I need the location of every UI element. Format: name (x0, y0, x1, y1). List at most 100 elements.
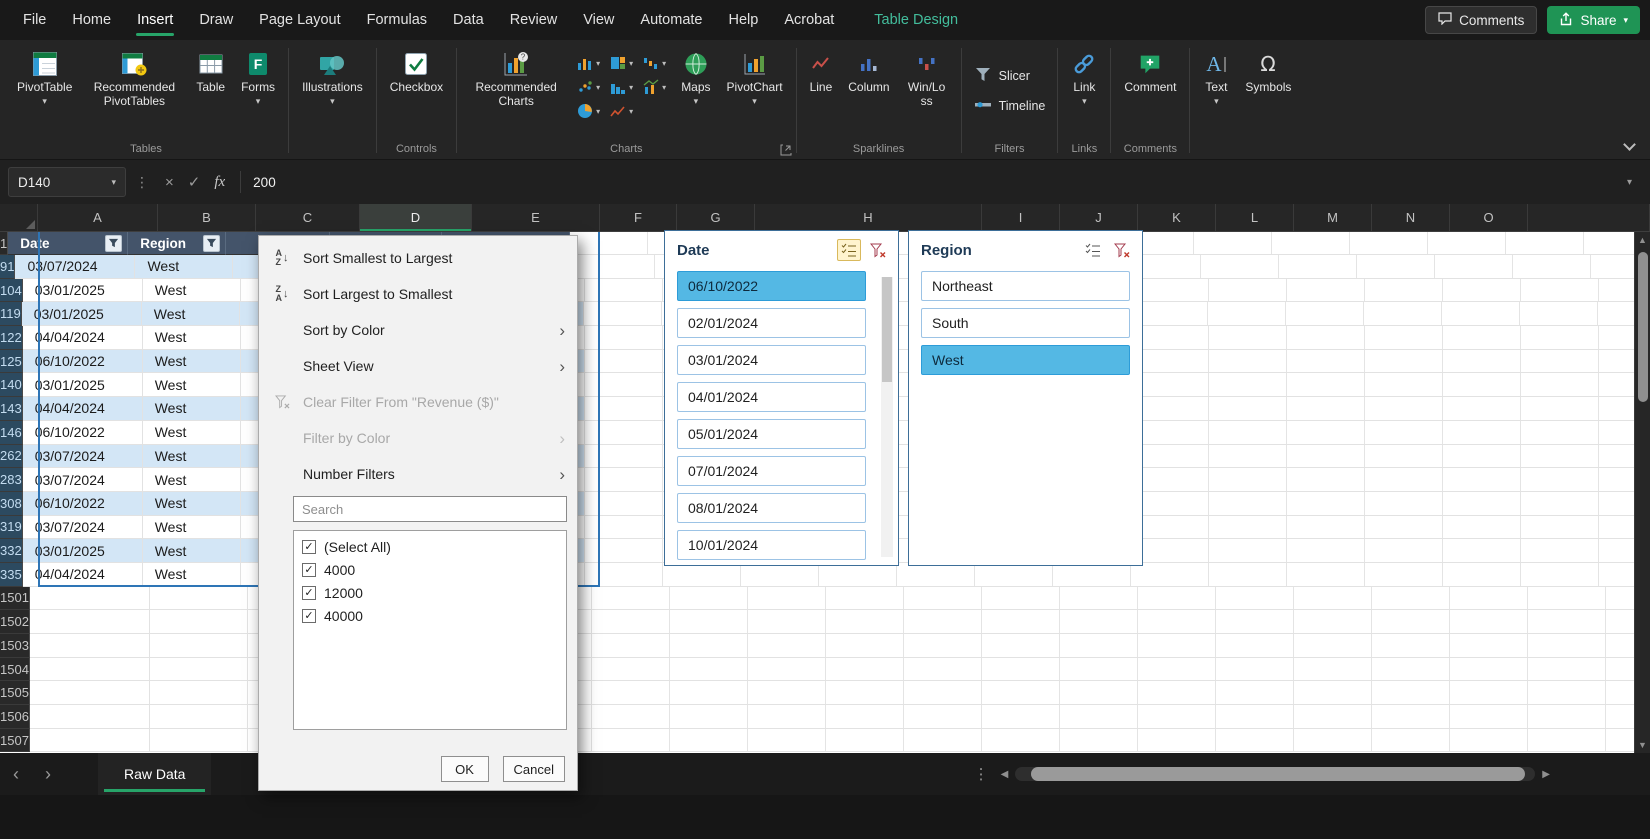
recommended-pivottables-button[interactable]: Recommended PivotTables (81, 45, 187, 111)
cell[interactable] (30, 729, 150, 753)
empty-cells[interactable] (592, 587, 1650, 611)
cell[interactable] (30, 658, 150, 682)
column-header-m[interactable]: M (1294, 204, 1372, 231)
vertical-scrollbar[interactable]: ▲ ▼ (1634, 232, 1650, 753)
row-header[interactable]: 125 (0, 350, 23, 374)
cell-region[interactable]: West (143, 397, 241, 421)
filter-value-item[interactable]: ✓ 4000 (294, 558, 566, 581)
slicer-item-date[interactable]: 04/01/2024 (677, 382, 866, 412)
column-header-c[interactable]: C (256, 204, 360, 231)
combo-chart-button[interactable]: ▾ (643, 79, 666, 95)
sort-largest-to-smallest-item[interactable]: ZA↓ Sort Largest to Smallest (259, 276, 577, 312)
horizontal-scrollbar[interactable]: ◀ ▶ (1001, 767, 1550, 781)
row-header[interactable]: 146 (0, 421, 23, 445)
column-bar-chart-button[interactable]: ▾ (577, 55, 600, 71)
row-header[interactable]: 283 (0, 468, 23, 492)
charts-dialog-launcher-icon[interactable] (780, 143, 792, 155)
vertical-scroll-thumb[interactable] (1638, 252, 1648, 402)
multi-select-icon[interactable] (1081, 239, 1105, 261)
tab-formulas[interactable]: Formulas (354, 0, 440, 40)
link-button[interactable]: Link ▾ (1064, 45, 1104, 107)
row-header[interactable]: 122 (0, 326, 23, 350)
sparkline-column-button[interactable]: Column (841, 45, 896, 97)
column-header-k[interactable]: K (1138, 204, 1216, 231)
row-header[interactable]: 308 (0, 492, 23, 516)
number-filters-item[interactable]: Number Filters › (259, 456, 577, 492)
cell[interactable] (150, 658, 248, 682)
column-header-f[interactable]: F (600, 204, 677, 231)
cell-region[interactable]: West (135, 255, 233, 279)
filter-value-item[interactable]: ✓ 40000 (294, 604, 566, 627)
date-slicer-scroll-thumb[interactable] (882, 277, 892, 382)
insert-function-button[interactable]: fx (207, 174, 232, 191)
slicer-item-region[interactable]: Northeast (921, 271, 1130, 301)
drag-handle-icon[interactable]: ⋮ (126, 174, 158, 191)
cell-date[interactable]: 03/01/2025 (23, 539, 143, 563)
horizontal-scroll-thumb[interactable] (1031, 767, 1525, 781)
cell-date[interactable]: 04/04/2024 (23, 397, 143, 421)
cell[interactable] (150, 705, 248, 729)
search-input[interactable] (293, 496, 567, 522)
text-button[interactable]: A Text ▾ (1196, 45, 1236, 107)
cell-date[interactable]: 03/07/2024 (23, 468, 143, 492)
more-options-icon[interactable]: ⋮ (962, 765, 1001, 783)
sparkline-winloss-button[interactable]: Win/Loss (899, 45, 955, 111)
cell-region[interactable]: West (142, 302, 240, 326)
enter-entry-button[interactable]: ✓ (181, 173, 208, 191)
cell-region[interactable]: West (143, 539, 241, 563)
scroll-right-icon[interactable]: ▶ (1542, 769, 1550, 780)
row-header[interactable]: 91 (0, 255, 15, 279)
tab-automate[interactable]: Automate (627, 0, 715, 40)
clear-filter-icon[interactable] (1110, 239, 1134, 261)
row-header[interactable]: 1502 (0, 610, 30, 634)
row-header[interactable]: 332 (0, 539, 23, 563)
sheet-view-item[interactable]: Sheet View › (259, 348, 577, 384)
row-header[interactable]: 262 (0, 445, 23, 469)
name-box[interactable]: D140 ▾ (8, 167, 126, 197)
region-slicer[interactable]: Region Northeast South West (908, 230, 1143, 566)
column-header-h[interactable]: H (755, 204, 982, 231)
expand-formula-bar-icon[interactable]: ▾ (1617, 177, 1642, 188)
column-header-d[interactable]: D (360, 204, 472, 231)
waterfall-chart-button[interactable]: ▾ (643, 55, 666, 71)
pivottable-button[interactable]: PivotTable ▾ (10, 45, 79, 107)
row-header[interactable]: 1503 (0, 634, 30, 658)
cell-date[interactable]: 03/07/2024 (15, 255, 135, 279)
row-header[interactable]: 1504 (0, 658, 30, 682)
column-header-o[interactable]: O (1450, 204, 1528, 231)
slicer-item-date[interactable]: 08/01/2024 (677, 493, 866, 523)
cell-region[interactable]: West (143, 326, 241, 350)
column-header-g[interactable]: G (677, 204, 755, 231)
horizontal-scroll-track[interactable] (1015, 767, 1535, 781)
timeline-button[interactable]: Timeline (974, 96, 1046, 116)
scatter-chart-button[interactable]: ▾ (577, 79, 600, 95)
date-slicer[interactable]: Date 06/10/2022 02/01/2024 03/01/2024 04… (664, 230, 899, 566)
empty-cells[interactable] (585, 563, 1650, 587)
column-header-l[interactable]: L (1216, 204, 1294, 231)
maps-button[interactable]: Maps ▾ (674, 45, 717, 107)
cancel-entry-button[interactable]: × (158, 174, 181, 191)
tab-review[interactable]: Review (497, 0, 571, 40)
statistic-chart-button[interactable]: ▾ (610, 79, 633, 95)
table-header-date[interactable]: Date (8, 232, 128, 255)
cell-date[interactable]: 03/07/2024 (23, 516, 143, 540)
tab-home[interactable]: Home (59, 0, 124, 40)
cell[interactable] (30, 705, 150, 729)
cell-region[interactable]: West (143, 516, 241, 540)
line-area-chart-button[interactable]: ▾ (610, 103, 633, 119)
table-header-region[interactable]: Region (128, 232, 226, 255)
cancel-button[interactable]: Cancel (503, 756, 565, 782)
recommended-charts-button[interactable]: ? Recommended Charts (463, 45, 569, 111)
slicer-item-date[interactable]: 02/01/2024 (677, 308, 866, 338)
row-header[interactable]: 1506 (0, 705, 30, 729)
slicer-item-date[interactable]: 10/01/2024 (677, 530, 866, 560)
empty-cells[interactable] (592, 658, 1650, 682)
ok-button[interactable]: OK (441, 756, 489, 782)
table-button[interactable]: Table (189, 45, 232, 97)
hierarchy-chart-button[interactable]: ▾ (610, 55, 633, 71)
cell[interactable] (150, 634, 248, 658)
empty-cells[interactable] (592, 610, 1650, 634)
cell-region[interactable]: West (143, 279, 241, 303)
select-all-corner[interactable] (0, 204, 38, 231)
formula-input[interactable]: 200 (249, 175, 1617, 190)
